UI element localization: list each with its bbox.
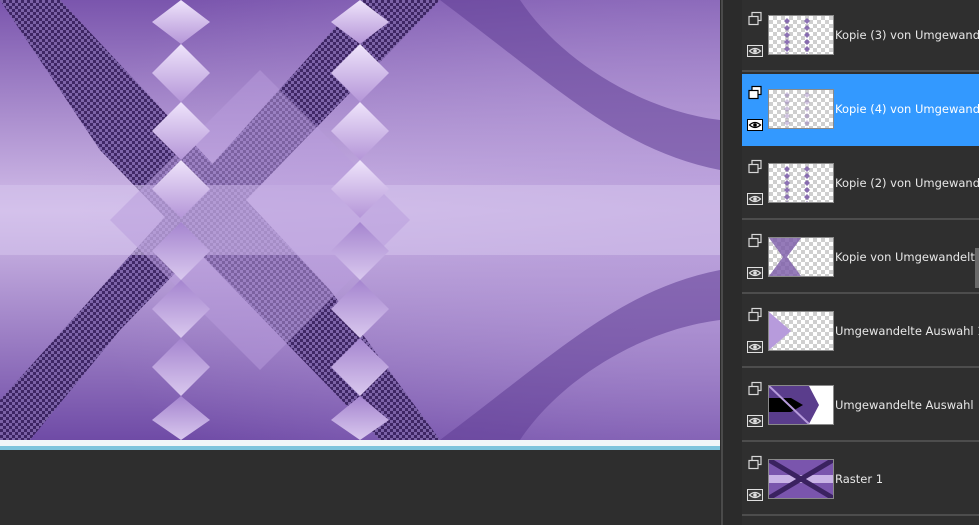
eye-icon[interactable] — [747, 265, 763, 281]
layer-stack-icon[interactable] — [747, 381, 763, 397]
layer-thumbnail[interactable] — [768, 311, 834, 351]
layer-thumbnail[interactable] — [768, 385, 834, 425]
layer-row[interactable]: Kopie (2) von Umgewandelte Auswahl — [742, 148, 979, 220]
eye-icon[interactable] — [747, 117, 763, 133]
image-canvas[interactable] — [0, 0, 720, 440]
canvas-edge — [0, 440, 720, 450]
layer-stack-icon[interactable] — [747, 233, 763, 249]
layer-name[interactable]: Raster 1 — [835, 472, 979, 486]
layer-row[interactable]: Umgewandelte Auswahl 1 — [742, 296, 979, 368]
layer-name[interactable]: Kopie (2) von Umgewandelte Auswahl — [835, 176, 979, 190]
layer-thumbnail[interactable] — [768, 15, 834, 55]
layers-panel[interactable]: Kopie (3) von Umgewandelte Auswahl Kopie … — [742, 0, 979, 525]
layer-thumbnail[interactable] — [768, 163, 834, 203]
layer-stack-icon[interactable] — [747, 11, 763, 27]
layer-stack-icon[interactable] — [747, 455, 763, 471]
layer-row[interactable]: Kopie von Umgewandelte Auswahl — [742, 222, 979, 294]
layer-row[interactable]: Umgewandelte Auswahl — [742, 370, 979, 442]
layer-stack-icon[interactable] — [747, 307, 763, 323]
layer-row[interactable]: Kopie (3) von Umgewandelte Auswahl — [742, 0, 979, 72]
layer-stack-icon[interactable] — [747, 159, 763, 175]
layer-row[interactable]: Raster 1 — [742, 444, 979, 516]
scrollbar-thumb[interactable] — [975, 248, 979, 288]
layer-thumbnail[interactable] — [768, 237, 834, 277]
layer-thumbnail[interactable] — [768, 89, 834, 129]
panel-divider — [720, 0, 742, 525]
eye-icon[interactable] — [747, 43, 763, 59]
layer-row[interactable]: Kopie (4) von Umgewandelte Auswahl — [742, 74, 979, 146]
layer-stack-icon[interactable] — [747, 85, 763, 101]
canvas-area[interactable] — [0, 0, 720, 525]
layer-name[interactable]: Umgewandelte Auswahl — [835, 398, 979, 412]
layer-name[interactable]: Umgewandelte Auswahl 1 — [835, 324, 979, 338]
eye-icon[interactable] — [747, 339, 763, 355]
layer-name[interactable]: Kopie von Umgewandelte Auswahl — [835, 250, 979, 264]
eye-icon[interactable] — [747, 413, 763, 429]
layer-name[interactable]: Kopie (3) von Umgewandelte Auswahl — [835, 28, 979, 42]
layer-thumbnail[interactable] — [768, 459, 834, 499]
eye-icon[interactable] — [747, 191, 763, 207]
eye-icon[interactable] — [747, 487, 763, 503]
layer-name[interactable]: Kopie (4) von Umgewandelte Auswahl — [835, 102, 979, 116]
